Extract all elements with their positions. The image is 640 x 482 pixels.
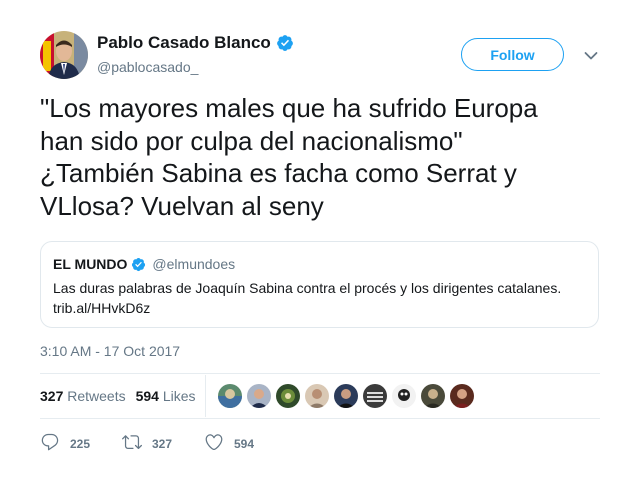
tweet-text: "Los mayores males que ha sufrido Europa… [40,93,538,221]
liker-avatars [218,384,474,408]
like-count: 594 [234,436,255,451]
follow-button[interactable]: Follow [461,38,564,71]
likes-count: 594 [135,388,159,404]
likes-label: Likes [162,388,196,404]
retweets-label: Retweets [67,388,126,404]
quoted-tweet-card[interactable]: EL MUNDO @elmundoes Las duras palabras d… [40,241,599,328]
tweet-stats: 327 Retweets 594 Likes [40,388,196,404]
reply-icon [40,432,60,455]
divider [40,418,600,419]
quoted-tweet-header: EL MUNDO @elmundoes [53,256,235,272]
quoted-tweet-text: Las duras palabras de Joaquín Sabina con… [53,280,562,296]
liker-avatar[interactable] [450,384,474,408]
retweets-count: 327 [40,388,64,404]
reply-button[interactable]: 225 [40,432,122,455]
verified-badge-icon [131,257,146,272]
liker-avatar[interactable] [247,384,271,408]
tweet-timestamp[interactable]: 3:10 AM - 17 Oct 2017 [40,343,180,359]
likes-stat[interactable]: 594 Likes [136,388,196,404]
liker-avatar[interactable] [276,384,300,408]
reply-count: 225 [70,436,91,451]
retweet-button[interactable]: 327 [122,432,204,455]
tweet-actions: 225 327 594 [40,432,286,455]
author-handle[interactable]: @pablocasado_ [97,59,198,75]
author-avatar[interactable] [40,31,88,79]
quoted-author-handle: @elmundoes [152,256,236,272]
liker-avatar[interactable] [363,384,387,408]
divider [205,375,206,417]
retweets-stat[interactable]: 327 Retweets [40,388,126,404]
divider [40,373,600,374]
liker-avatar[interactable] [334,384,358,408]
author-name-row[interactable]: Pablo Casado Blanco [97,33,294,53]
retweet-count: 327 [152,436,173,451]
liker-avatar[interactable] [218,384,242,408]
quoted-tweet-body: Las duras palabras de Joaquín Sabina con… [53,278,583,318]
author-avatar-image [40,31,88,79]
quoted-tweet-link[interactable]: trib.al/HHvkD6z [53,298,583,318]
retweet-icon [122,432,142,455]
quoted-author-name: EL MUNDO [53,256,128,272]
chevron-down-icon[interactable] [584,48,598,60]
author-name[interactable]: Pablo Casado Blanco [97,33,271,53]
verified-badge-icon [276,34,294,52]
heart-icon [204,432,224,455]
liker-avatar[interactable] [392,384,416,408]
liker-avatar[interactable] [305,384,329,408]
like-button[interactable]: 594 [204,432,286,455]
liker-avatar[interactable] [421,384,445,408]
